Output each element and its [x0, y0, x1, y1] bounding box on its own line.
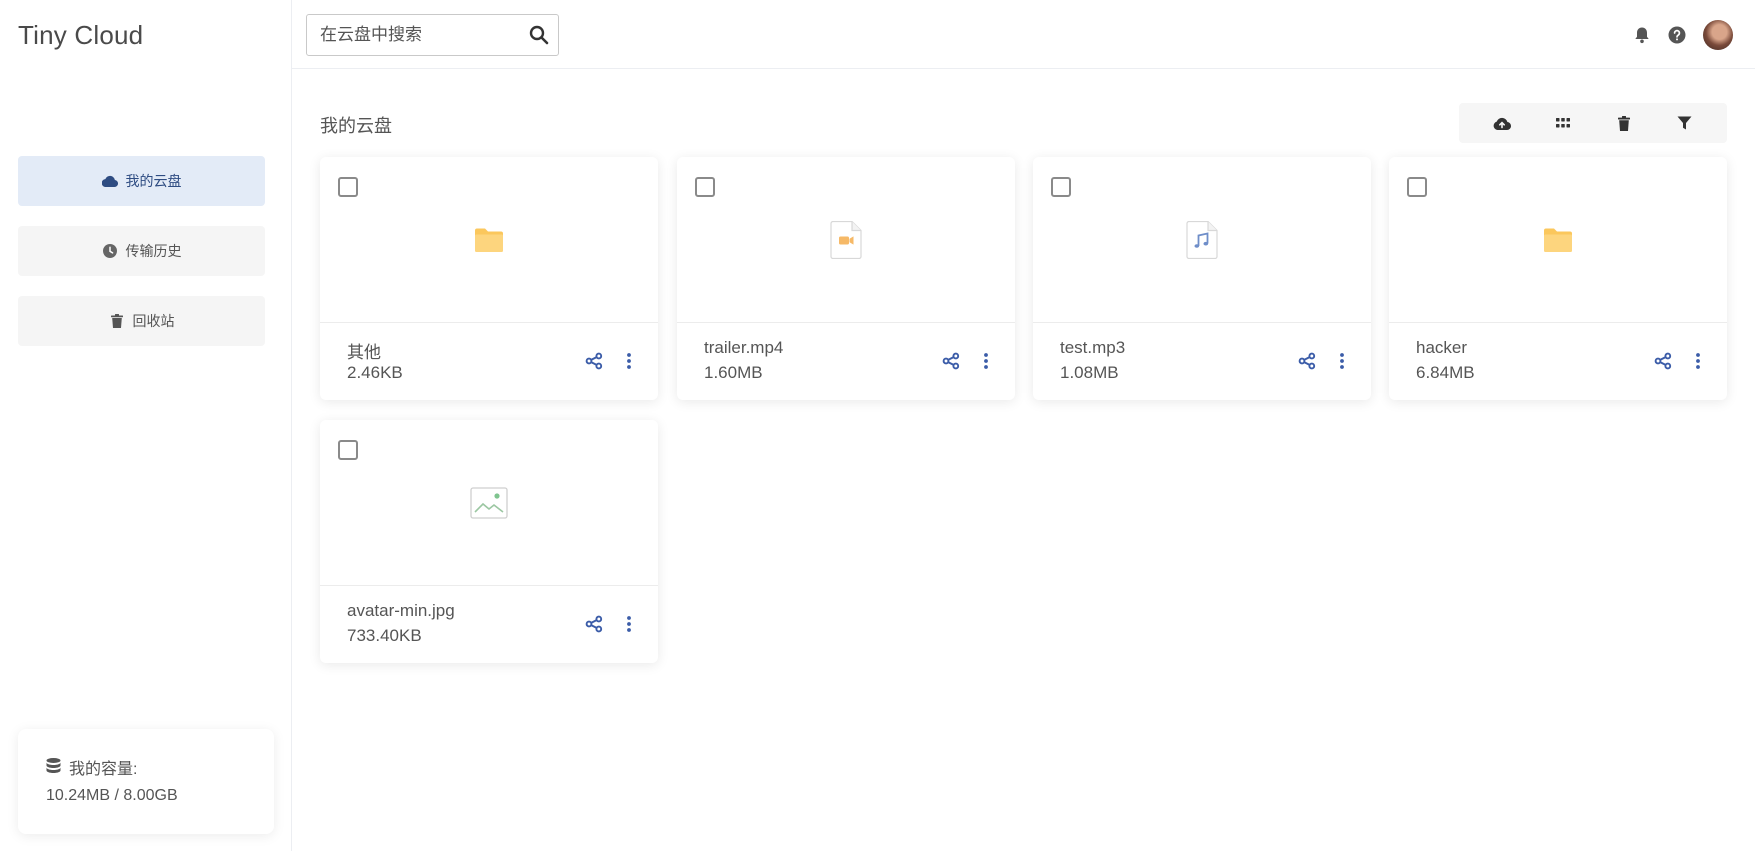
brand-title: Tiny Cloud: [18, 20, 144, 50]
card-divider: [677, 322, 1015, 323]
storage-capacity-card: 我的容量: 10.24MB / 8.00GB: [18, 729, 274, 834]
card-divider: [320, 585, 658, 586]
share-icon[interactable]: [585, 615, 605, 635]
search-icon[interactable]: [529, 25, 549, 45]
file-name: 其他: [347, 343, 381, 362]
more-options-icon[interactable]: [976, 352, 996, 372]
file-checkbox[interactable]: [338, 177, 358, 197]
image-file-icon: [470, 486, 508, 519]
page-title: 我的云盘: [320, 116, 392, 136]
file-size: 733.40KB: [347, 626, 422, 645]
file-card[interactable]: test.mp3 1.08MB: [1033, 157, 1371, 400]
card-divider: [320, 322, 658, 323]
folder-icon: [1544, 228, 1572, 252]
file-size: 6.84MB: [1416, 363, 1475, 382]
sidebar-item-label: 传输历史: [125, 243, 182, 259]
header-actions: [1633, 20, 1733, 50]
file-thumbnail: [677, 157, 1015, 322]
file-thumbnail: [1033, 157, 1371, 322]
help-icon[interactable]: [1668, 26, 1686, 44]
more-options-icon[interactable]: [619, 615, 639, 635]
video-file-icon: [830, 220, 862, 259]
more-options-icon[interactable]: [1332, 352, 1352, 372]
file-toolbar: [1459, 103, 1727, 143]
sidebar: Tiny Cloud 我的云盘 传输历史 回收站 我的容量: 10.24MB /…: [0, 0, 292, 851]
sidebar-item-label: 我的云盘: [125, 173, 182, 189]
file-checkbox[interactable]: [338, 440, 358, 460]
sidebar-item-transfer-history[interactable]: 传输历史: [18, 226, 265, 276]
file-name: trailer.mp4: [704, 338, 784, 357]
top-header: [292, 0, 1755, 69]
file-size: 1.60MB: [704, 363, 763, 382]
sidebar-item-recycle-bin[interactable]: 回收站: [18, 296, 265, 346]
folder-icon: [475, 228, 503, 252]
file-thumbnail: [320, 420, 658, 585]
share-icon[interactable]: [942, 352, 962, 372]
search-box: [306, 14, 559, 56]
file-name: avatar-min.jpg: [347, 601, 455, 620]
avatar[interactable]: [1703, 20, 1733, 50]
file-name: test.mp3: [1060, 338, 1126, 357]
file-name: hacker: [1416, 338, 1468, 357]
trash-icon[interactable]: [1615, 114, 1633, 132]
filter-icon[interactable]: [1676, 114, 1694, 132]
card-divider: [1389, 322, 1727, 323]
file-card[interactable]: 其他 2.46KB: [320, 157, 658, 400]
cloud-icon: [101, 173, 118, 189]
file-card[interactable]: trailer.mp4 1.60MB: [677, 157, 1015, 400]
file-card[interactable]: avatar-min.jpg 733.40KB: [320, 420, 658, 663]
capacity-label: 我的容量:: [69, 761, 138, 778]
file-thumbnail: [320, 157, 658, 322]
clock-icon: [102, 243, 118, 259]
more-options-icon[interactable]: [619, 352, 639, 372]
file-thumbnail: [1389, 157, 1727, 322]
app-root: Tiny Cloud 我的云盘 传输历史 回收站 我的容量: 10.24MB /…: [0, 0, 1755, 851]
sidebar-item-my-drive[interactable]: 我的云盘: [18, 156, 265, 206]
trash-icon: [109, 313, 125, 329]
audio-file-icon: [1186, 220, 1218, 259]
capacity-value: 10.24MB / 8.00GB: [46, 787, 178, 804]
file-checkbox[interactable]: [1407, 177, 1427, 197]
file-card[interactable]: hacker 6.84MB: [1389, 157, 1727, 400]
share-icon[interactable]: [1298, 352, 1318, 372]
file-size: 1.08MB: [1060, 363, 1119, 382]
search-input[interactable]: [307, 15, 517, 55]
card-divider: [1033, 322, 1371, 323]
share-icon[interactable]: [585, 352, 605, 372]
more-options-icon[interactable]: [1688, 352, 1708, 372]
file-size: 2.46KB: [347, 363, 403, 382]
file-checkbox[interactable]: [1051, 177, 1071, 197]
share-icon[interactable]: [1654, 352, 1674, 372]
cloud-upload-icon[interactable]: [1493, 114, 1511, 132]
bell-icon[interactable]: [1633, 26, 1651, 44]
grid-view-icon[interactable]: [1554, 114, 1572, 132]
file-checkbox[interactable]: [695, 177, 715, 197]
sidebar-nav: 我的云盘 传输历史 回收站: [18, 156, 265, 366]
sidebar-item-label: 回收站: [132, 313, 175, 329]
database-icon: [46, 757, 61, 783]
